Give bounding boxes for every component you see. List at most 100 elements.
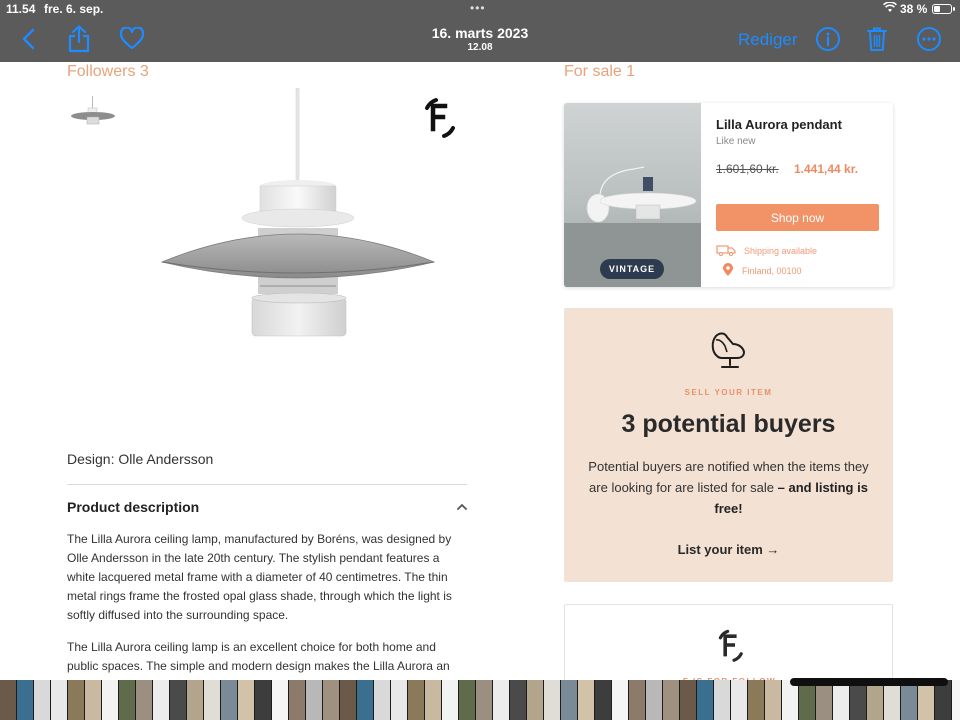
photo-thumbnail[interactable] bbox=[561, 680, 577, 720]
photo-thumbnail[interactable] bbox=[850, 680, 866, 720]
status-date: fre. 6. sep. bbox=[44, 2, 104, 16]
photo-thumbnail[interactable] bbox=[935, 680, 951, 720]
photo-thumbnail[interactable] bbox=[510, 680, 526, 720]
photo-thumbnail[interactable] bbox=[357, 680, 373, 720]
location-label: Finland, 00100 bbox=[742, 266, 802, 276]
followers-heading: Followers 3 bbox=[67, 63, 149, 80]
photo-thumbnail[interactable] bbox=[306, 680, 322, 720]
photo-thumbnail[interactable] bbox=[680, 680, 696, 720]
photo-thumbnail[interactable] bbox=[714, 680, 730, 720]
photo-thumbnail[interactable] bbox=[459, 680, 475, 720]
photo-thumbnail[interactable] bbox=[85, 680, 101, 720]
photo-thumbnail[interactable] bbox=[68, 680, 84, 720]
photo-thumbnail[interactable] bbox=[833, 680, 849, 720]
vintage-badge: VINTAGE bbox=[600, 259, 664, 279]
photo-thumbnail[interactable] bbox=[272, 680, 288, 720]
multitasking-dots-icon[interactable]: ••• bbox=[470, 1, 486, 15]
description-paragraph-2: The Lilla Aurora ceiling lamp is an exce… bbox=[67, 640, 450, 673]
photo-thumbnail[interactable] bbox=[663, 680, 679, 720]
photo-thumbnail[interactable] bbox=[816, 680, 832, 720]
photo-thumbnail[interactable] bbox=[255, 680, 271, 720]
photo-thumbnail[interactable] bbox=[646, 680, 662, 720]
photo-thumbnail[interactable] bbox=[391, 680, 407, 720]
photo-time: 12.08 bbox=[467, 42, 493, 53]
photo-thumbnail[interactable] bbox=[374, 680, 390, 720]
photo-thumbnail[interactable] bbox=[425, 680, 441, 720]
old-price: 1.601,60 kr. bbox=[716, 162, 779, 176]
trash-icon[interactable] bbox=[862, 24, 892, 54]
photo-thumbnail[interactable] bbox=[102, 680, 118, 720]
photo-thumbnail[interactable] bbox=[578, 680, 594, 720]
shipping-row: Shipping available bbox=[716, 244, 817, 258]
photo-thumbnail[interactable] bbox=[731, 680, 747, 720]
chevron-up-icon[interactable] bbox=[455, 500, 469, 514]
photo-thumbnail[interactable] bbox=[765, 680, 781, 720]
photo-thumbnail[interactable] bbox=[323, 680, 339, 720]
photo-thumbnail-strip[interactable] bbox=[0, 680, 960, 720]
divider bbox=[67, 484, 467, 485]
photo-thumbnail[interactable] bbox=[697, 680, 713, 720]
photo-thumbnail[interactable] bbox=[289, 680, 305, 720]
listing-photo: VINTAGE bbox=[564, 103, 701, 287]
shop-now-button[interactable]: Shop now bbox=[716, 204, 879, 231]
listing-condition: Like new bbox=[716, 136, 756, 147]
photo-thumbnail[interactable] bbox=[153, 680, 169, 720]
photo-thumbnail[interactable] bbox=[340, 680, 356, 720]
photo-thumbnail[interactable] bbox=[799, 680, 815, 720]
share-icon[interactable] bbox=[64, 24, 94, 54]
photo-thumbnail[interactable] bbox=[612, 680, 628, 720]
photo-thumbnail[interactable] bbox=[884, 680, 900, 720]
product-image bbox=[150, 87, 450, 348]
more-icon[interactable] bbox=[914, 24, 944, 54]
photo-thumbnail[interactable] bbox=[51, 680, 67, 720]
back-chevron-icon[interactable] bbox=[14, 24, 44, 54]
status-time: 11.54 bbox=[6, 2, 36, 16]
photo-date: 16. marts 2023 bbox=[431, 25, 529, 41]
photo-thumbnail[interactable] bbox=[918, 680, 934, 720]
sell-your-item-tag: SELL YOUR ITEM bbox=[684, 388, 773, 397]
photo-thumbnail[interactable] bbox=[221, 680, 237, 720]
photo-thumbnail[interactable] bbox=[476, 680, 492, 720]
listing-card[interactable]: VINTAGE Lilla Aurora pendant Like new 1.… bbox=[564, 103, 893, 287]
photo-thumbnail[interactable] bbox=[204, 680, 220, 720]
edit-button[interactable]: Rediger bbox=[738, 30, 798, 50]
info-icon[interactable] bbox=[813, 24, 843, 54]
location-pin-icon bbox=[722, 263, 734, 279]
photo-thumbnail[interactable] bbox=[867, 680, 883, 720]
description-paragraph-1: The Lilla Aurora ceiling lamp, manufactu… bbox=[67, 532, 452, 622]
photo-thumbnail[interactable] bbox=[901, 680, 917, 720]
photo-thumbnail[interactable] bbox=[782, 680, 798, 720]
heart-icon[interactable] bbox=[117, 24, 147, 54]
photo-thumbnail[interactable] bbox=[136, 680, 152, 720]
photo-thumbnail[interactable] bbox=[408, 680, 424, 720]
listing-title[interactable]: Lilla Aurora pendant bbox=[716, 117, 842, 132]
brand-logo bbox=[414, 92, 464, 142]
photo-thumbnail[interactable] bbox=[34, 680, 50, 720]
product-thumbnail[interactable] bbox=[70, 96, 116, 132]
photo-thumbnail[interactable] bbox=[629, 680, 645, 720]
sale-price: 1.441,44 kr. bbox=[794, 162, 859, 176]
photo-thumbnail[interactable] bbox=[952, 680, 960, 720]
photo-thumbnail[interactable] bbox=[170, 680, 186, 720]
battery-icon bbox=[932, 4, 955, 14]
photo-thumbnail[interactable] bbox=[442, 680, 458, 720]
photo-viewer-toolbar: 11.54 fre. 6. sep. ••• 38 % 16. marts 20… bbox=[0, 0, 960, 62]
location-row: Finland, 00100 bbox=[722, 263, 802, 279]
photo-thumbnail[interactable] bbox=[748, 680, 764, 720]
shipping-label: Shipping available bbox=[744, 246, 818, 256]
wifi-icon bbox=[883, 1, 897, 16]
sell-description: Potential buyers are notified when the i… bbox=[586, 456, 871, 519]
photo-thumbnail[interactable] bbox=[119, 680, 135, 720]
photo-thumbnail[interactable] bbox=[238, 680, 254, 720]
designer-line: Design: Olle Andersson bbox=[67, 451, 214, 467]
photo-thumbnail[interactable] bbox=[187, 680, 203, 720]
photo-thumbnail[interactable] bbox=[17, 680, 33, 720]
for-sale-heading: For sale 1 bbox=[564, 63, 636, 80]
photo-thumbnail[interactable] bbox=[544, 680, 560, 720]
photo-thumbnail[interactable] bbox=[493, 680, 509, 720]
photo-thumbnail[interactable] bbox=[527, 680, 543, 720]
photo-thumbnail[interactable] bbox=[595, 680, 611, 720]
product-description-heading[interactable]: Product description bbox=[67, 499, 199, 515]
photo-thumbnail[interactable] bbox=[0, 680, 16, 720]
list-your-item-link[interactable]: List your item → bbox=[564, 542, 893, 557]
